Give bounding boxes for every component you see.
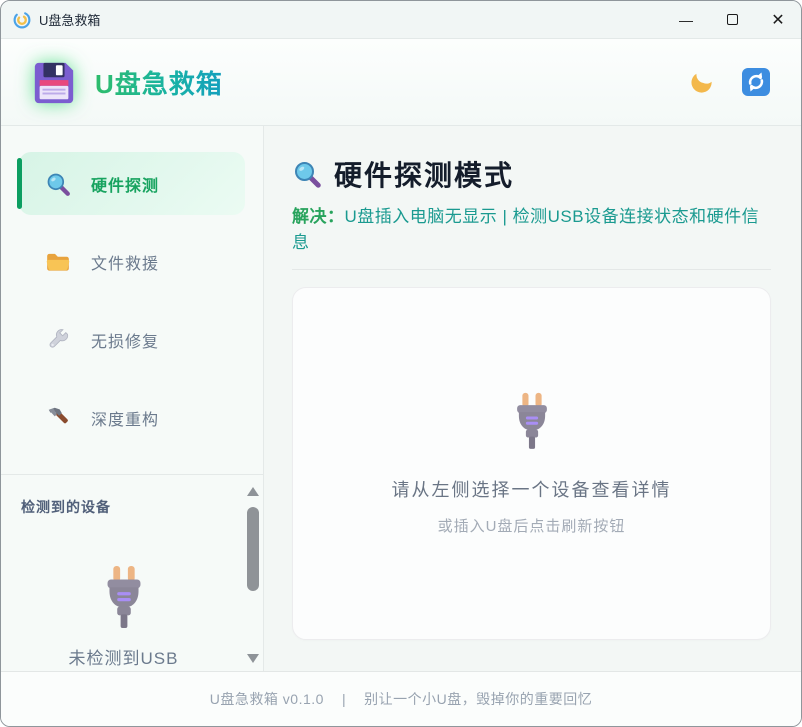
status-bar: U盘急救箱 v0.1.0 | 别让一个小U盘，毁掉你的重要回忆	[1, 671, 801, 726]
sidebar-item-deep-rebuild[interactable]: 深度重构	[19, 386, 245, 449]
sidebar-item-label: 文件救援	[91, 250, 159, 274]
magnifier-icon	[45, 171, 71, 197]
sidebar-item-hardware-detect[interactable]: 硬件探测	[19, 152, 245, 215]
card-hint-primary: 请从左侧选择一个设备查看详情	[392, 476, 672, 502]
close-icon: ✕	[771, 10, 784, 30]
sidebar-scrollbar[interactable]	[246, 485, 260, 665]
refresh-icon	[741, 67, 771, 97]
theme-toggle-button[interactable]	[689, 69, 715, 95]
refresh-button[interactable]	[741, 67, 771, 97]
title-bar: U盘急救箱 — ✕	[1, 1, 801, 39]
device-detail-card: 请从左侧选择一个设备查看详情 或插入U盘后点击刷新按钮	[292, 287, 771, 640]
scroll-down-arrow-icon[interactable]	[247, 654, 259, 663]
detected-devices-header: 检测到的设备	[21, 497, 243, 517]
minimize-button[interactable]: —	[663, 1, 709, 39]
page-subtitle: 解决：U盘插入电脑无显示 | 检测USB设备连接状态和硬件信息	[292, 204, 771, 270]
minimize-icon: —	[679, 12, 693, 28]
no-device-text: 未检测到USB	[21, 644, 226, 669]
folder-icon	[45, 249, 71, 275]
sidebar: 硬件探测 文件救援 无损修复	[1, 126, 264, 671]
hammer-icon	[45, 405, 71, 431]
subtitle-text: U盘插入电脑无显示 | 检测USB设备连接状态和硬件信息	[292, 207, 759, 252]
app-header: U盘急救箱	[1, 39, 801, 126]
sidebar-item-lossless-repair[interactable]: 无损修复	[19, 308, 245, 371]
scroll-up-arrow-icon[interactable]	[247, 487, 259, 496]
main-heading: 硬件探测模式	[292, 154, 771, 194]
device-empty-state: 未检测到USB	[21, 517, 226, 669]
close-button[interactable]: ✕	[755, 1, 801, 39]
sidebar-item-label: 无损修复	[91, 328, 159, 352]
app-title: U盘急救箱	[95, 64, 223, 101]
maximize-icon	[727, 14, 738, 25]
sidebar-item-label: 硬件探测	[91, 172, 159, 196]
app-version: U盘急救箱 v0.1.0	[210, 689, 324, 709]
sidebar-item-label: 深度重构	[91, 406, 159, 430]
footer-tagline: 别让一个小U盘，毁掉你的重要回忆	[364, 689, 592, 709]
magnifier-icon	[292, 159, 322, 189]
detected-devices-panel: 检测到的设备 未检测到USB	[1, 474, 263, 671]
window-title: U盘急救箱	[39, 10, 100, 29]
page-title: 硬件探测模式	[334, 154, 514, 194]
plug-icon	[93, 563, 155, 629]
app-window: U盘急救箱 — ✕ U盘急救箱	[0, 0, 802, 727]
card-hint-secondary: 或插入U盘后点击刷新按钮	[438, 515, 626, 536]
sidebar-nav: 硬件探测 文件救援 无损修复	[1, 126, 263, 474]
scrollbar-thumb[interactable]	[247, 507, 259, 591]
footer-separator: |	[342, 691, 346, 707]
app-body: 硬件探测 文件救援 无损修复	[1, 126, 801, 671]
main-content: 硬件探测模式 解决：U盘插入电脑无显示 | 检测USB设备连接状态和硬件信息 请…	[264, 126, 801, 671]
floppy-disk-icon	[29, 57, 79, 107]
maximize-button[interactable]	[709, 1, 755, 39]
sidebar-item-file-rescue[interactable]: 文件救援	[19, 230, 245, 293]
plug-icon	[504, 390, 560, 450]
header-actions	[689, 67, 771, 97]
subtitle-prefix: 解决：	[292, 207, 345, 226]
moon-icon	[689, 69, 715, 95]
app-logo-icon	[13, 11, 31, 29]
wrench-icon	[45, 327, 71, 353]
